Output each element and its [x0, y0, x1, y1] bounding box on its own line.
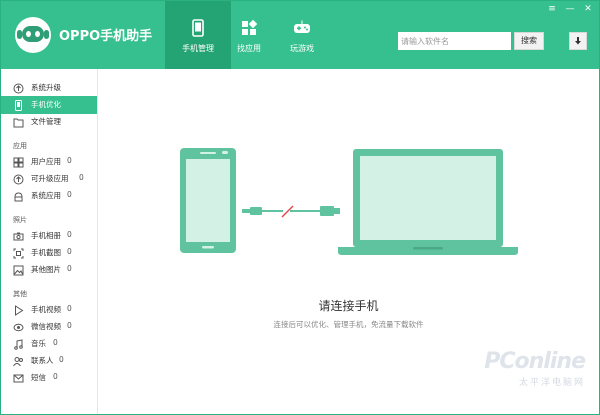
tab-label: 玩游戏	[290, 44, 314, 53]
app-title: OPPO手机助手	[59, 29, 153, 44]
upgradable-icon	[13, 174, 24, 185]
window-controls: ≡ — ✕	[547, 4, 593, 16]
sidebar-item-phone-album[interactable]: 手机相册 0	[1, 227, 97, 245]
connect-phone-title: 请连接手机	[318, 299, 379, 313]
sidebar-item-label: 手机视频	[31, 305, 61, 314]
download-button[interactable]	[569, 32, 587, 50]
laptop-illustration-icon	[338, 149, 518, 255]
minimize-button[interactable]: —	[565, 4, 575, 14]
sidebar-item-label: 手机相册	[31, 231, 61, 240]
sidebar-item-count: 0	[67, 321, 72, 330]
sidebar-item-label: 文件管理	[31, 117, 61, 126]
sidebar-item-system-upgrade[interactable]: 系统升级	[1, 79, 97, 97]
sidebar-item-wechat-videos[interactable]: 微信视频 0	[1, 318, 97, 336]
folder-icon	[13, 118, 24, 128]
sidebar-item-label: 其他图片	[31, 265, 61, 274]
upgrade-icon	[13, 83, 24, 94]
sidebar-item-count: 0	[79, 173, 84, 182]
sidebar-item-label: 可升级应用	[31, 174, 69, 183]
sidebar-item-label: 微信视频	[31, 322, 61, 331]
sidebar-item-upgradable-apps[interactable]: 可升级应用 0	[1, 170, 97, 188]
sidebar-group-title-apps: 应用	[13, 142, 27, 150]
sidebar-item-label: 音乐	[31, 339, 46, 348]
gamepad-icon	[294, 20, 310, 33]
sidebar: 系统升级 手机优化 文件管理 应用 用户应用 0 可升级应用 0 系统应用 0 …	[1, 69, 98, 414]
watermark-brand: PConline	[484, 349, 586, 374]
sidebar-item-count: 0	[67, 247, 72, 256]
sidebar-item-music[interactable]: 音乐 0	[1, 335, 97, 353]
tab-games[interactable]: 玩游戏	[269, 1, 335, 69]
sidebar-group-title-other: 其他	[13, 290, 27, 298]
sidebar-item-label: 手机优化	[31, 100, 61, 109]
sidebar-item-count: 0	[67, 190, 72, 199]
sidebar-item-count: 0	[67, 156, 72, 165]
camera-icon	[13, 232, 24, 241]
android-icon	[14, 192, 23, 202]
sidebar-item-count: 0	[67, 304, 72, 313]
phone-manage-icon	[192, 19, 204, 37]
sidebar-item-other-pictures[interactable]: 其他图片 0	[1, 261, 97, 279]
apps-grid-icon	[242, 19, 258, 35]
app-logo	[15, 17, 51, 53]
sidebar-item-system-apps[interactable]: 系统应用 0	[1, 187, 97, 205]
sidebar-item-contacts[interactable]: 联系人 0	[1, 352, 97, 370]
contacts-icon	[13, 357, 23, 367]
sidebar-item-label: 手机截图	[31, 248, 61, 257]
screenshot-icon	[13, 248, 24, 259]
menu-button[interactable]: ≡	[547, 4, 557, 14]
app-window: OPPO手机助手 手机管理 找应用 玩游戏 ≡ — ✕ 请输入软件名 搜索 系统…	[0, 0, 600, 415]
mail-icon	[13, 374, 24, 383]
sidebar-group-title-photos: 照片	[13, 216, 27, 224]
close-button[interactable]: ✕	[583, 4, 593, 14]
sidebar-item-count: 0	[67, 230, 72, 239]
sidebar-item-phone-videos[interactable]: 手机视频 0	[1, 301, 97, 319]
sidebar-item-label: 系统应用	[31, 191, 61, 200]
sidebar-item-label: 联系人	[31, 356, 54, 365]
sidebar-item-count: 0	[53, 338, 58, 347]
sidebar-item-count: 0	[67, 264, 72, 273]
play-icon	[15, 305, 24, 316]
connect-phone-subtitle: 连接后可以优化、管理手机，免流量下载软件	[273, 320, 424, 329]
music-note-icon	[14, 339, 23, 350]
sidebar-item-label: 系统升级	[31, 83, 61, 92]
download-arrow-icon	[575, 37, 581, 45]
user-apps-icon	[13, 157, 24, 168]
sidebar-item-user-apps[interactable]: 用户应用 0	[1, 153, 97, 171]
main-content: 请连接手机 连接后可以优化、管理手机，免流量下载软件 PConline 太平洋电…	[98, 69, 599, 414]
header-bar: OPPO手机助手 手机管理 找应用 玩游戏 ≡ — ✕ 请输入软件名 搜索	[1, 1, 599, 69]
sidebar-item-file-manage[interactable]: 文件管理	[1, 113, 97, 131]
picture-icon	[13, 265, 24, 276]
sidebar-item-count: 0	[53, 372, 58, 381]
usb-cable-icon	[242, 205, 340, 218]
watermark-tagline: 太平洋电脑网	[518, 378, 585, 388]
sidebar-item-screenshots[interactable]: 手机截图 0	[1, 244, 97, 262]
eye-icon	[13, 323, 24, 332]
sidebar-item-sms[interactable]: 短信 0	[1, 369, 97, 387]
phone-icon	[15, 100, 22, 111]
search-button[interactable]: 搜索	[514, 32, 544, 50]
sidebar-item-count: 0	[59, 355, 64, 364]
search-input[interactable]	[398, 32, 511, 50]
phone-illustration-icon	[180, 148, 236, 253]
sidebar-item-phone-optimize[interactable]: 手机优化	[1, 96, 97, 114]
sidebar-item-label: 用户应用	[31, 157, 61, 166]
connect-illustration	[180, 148, 518, 255]
sidebar-item-label: 短信	[31, 373, 46, 382]
